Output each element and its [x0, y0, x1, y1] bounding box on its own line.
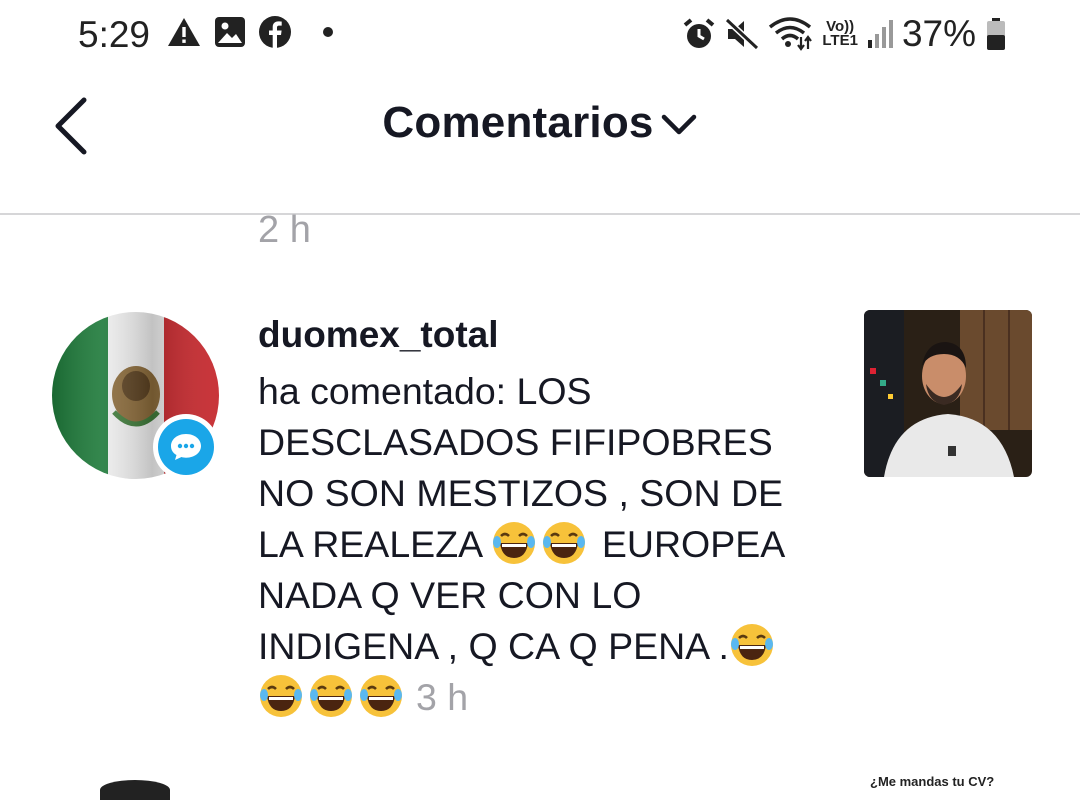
comment-bubble-icon	[171, 434, 201, 460]
comment-timestamp: 3 h	[416, 676, 469, 718]
notification-icons	[166, 15, 334, 49]
mute-icon	[724, 17, 760, 51]
comment-text: ha comentado: LOS DESCLASADOS FIFIPOBRES…	[258, 366, 828, 723]
wifi-icon	[768, 17, 813, 51]
status-time: 5:29	[78, 14, 151, 55]
comment-username[interactable]: duomex_total	[258, 314, 499, 356]
next-item-avatar[interactable]	[100, 780, 170, 800]
title-dropdown[interactable]: Comentarios	[0, 98, 1080, 148]
volte-lte-icon: Vo)) LTE1	[822, 18, 858, 49]
video-thumbnail-image	[864, 310, 1032, 477]
video-thumbnail[interactable]	[864, 310, 1032, 477]
laughing-emoji-icon	[360, 675, 402, 717]
battery-icon	[986, 17, 1006, 51]
page-title: Comentarios	[382, 98, 654, 147]
next-item-thumb-text: ¿Me mandas tu CV?	[870, 776, 995, 788]
header: Comentarios	[0, 68, 1080, 214]
signal-icon	[866, 18, 894, 50]
alarm-icon	[682, 17, 716, 51]
facebook-icon	[258, 15, 292, 49]
laughing-emoji-icon	[543, 522, 586, 564]
laughing-emoji-icon	[260, 675, 302, 717]
chevron-down-icon	[661, 114, 696, 135]
next-item-thumbnail[interactable]: ¿Me mandas tu CV?	[864, 776, 1032, 788]
header-divider	[0, 213, 1080, 215]
laughing-emoji-icon	[730, 624, 773, 666]
battery-percent: 37%	[901, 13, 976, 54]
comment-badge	[153, 414, 219, 480]
previous-timestamp: 2 h	[258, 209, 311, 242]
status-bar: 5:29 Vo)) LTE1 37%	[0, 0, 1080, 68]
system-icons: Vo)) LTE1 37%	[682, 13, 1006, 55]
image-icon	[214, 16, 246, 48]
laughing-emoji-icon	[493, 522, 536, 564]
alert-icon	[166, 16, 202, 48]
laughing-emoji-icon	[310, 675, 352, 717]
dot-icon	[322, 26, 334, 38]
